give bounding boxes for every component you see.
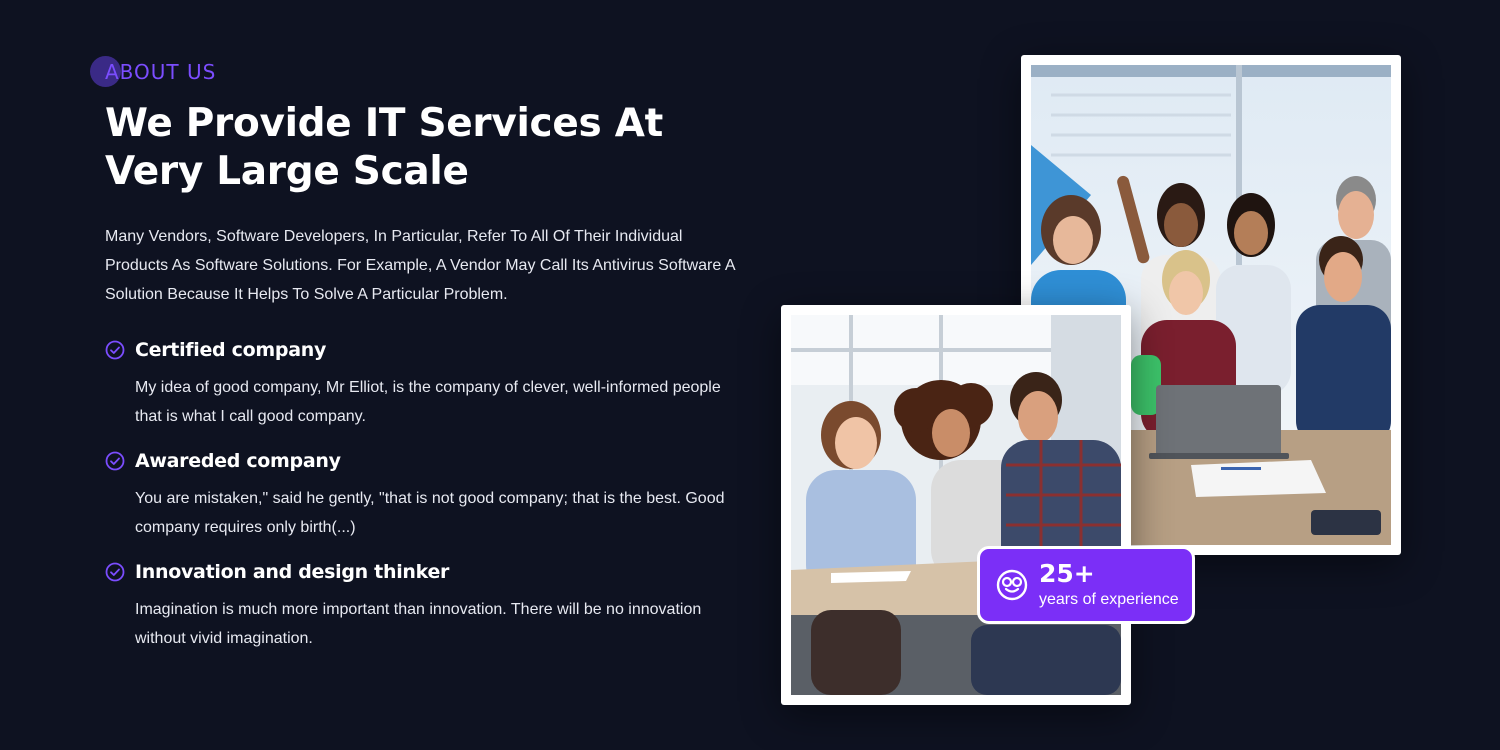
feature-title: Certified company xyxy=(135,339,327,361)
feature-title: Awareded company xyxy=(135,450,341,472)
feature-heading: Certified company xyxy=(105,334,745,366)
feature-item-innovation: Innovation and design thinker Imaginatio… xyxy=(105,556,745,653)
experience-text: 25+ years of experience xyxy=(1039,560,1179,610)
feature-list: Certified company My idea of good compan… xyxy=(105,334,745,667)
colleagues-working-image xyxy=(791,315,1121,695)
feature-title: Innovation and design thinker xyxy=(135,561,450,583)
check-circle-icon xyxy=(105,340,125,360)
section-intro: Many Vendors, Software Developers, In Pa… xyxy=(105,228,735,303)
feature-description: You are mistaken," said he gently, "that… xyxy=(135,490,725,536)
eyebrow-label: ABOUT US xyxy=(105,60,217,84)
colleagues-working-photo xyxy=(781,305,1131,705)
check-circle-icon xyxy=(105,451,125,471)
feature-description: Imagination is much more important than … xyxy=(135,601,702,647)
feature-description: My idea of good company, Mr Elliot, is t… xyxy=(135,379,721,425)
feature-item-awarded: Awareded company You are mistaken," said… xyxy=(105,445,745,542)
experience-badge: 25+ years of experience xyxy=(977,546,1195,624)
feature-item-certified: Certified company My idea of good compan… xyxy=(105,334,745,431)
section-eyebrow: ABOUT US xyxy=(90,56,216,88)
section-title: We Provide IT Services At Very Large Sca… xyxy=(105,101,663,194)
feature-heading: Innovation and design thinker xyxy=(105,556,745,588)
check-circle-icon xyxy=(105,562,125,582)
feature-heading: Awareded company xyxy=(105,445,745,477)
about-section: ABOUT US We Provide IT Services At Very … xyxy=(0,0,1500,750)
smiley-glasses-icon xyxy=(996,569,1028,601)
experience-number: 25+ xyxy=(1039,559,1095,588)
experience-label: years of experience xyxy=(1039,591,1179,608)
